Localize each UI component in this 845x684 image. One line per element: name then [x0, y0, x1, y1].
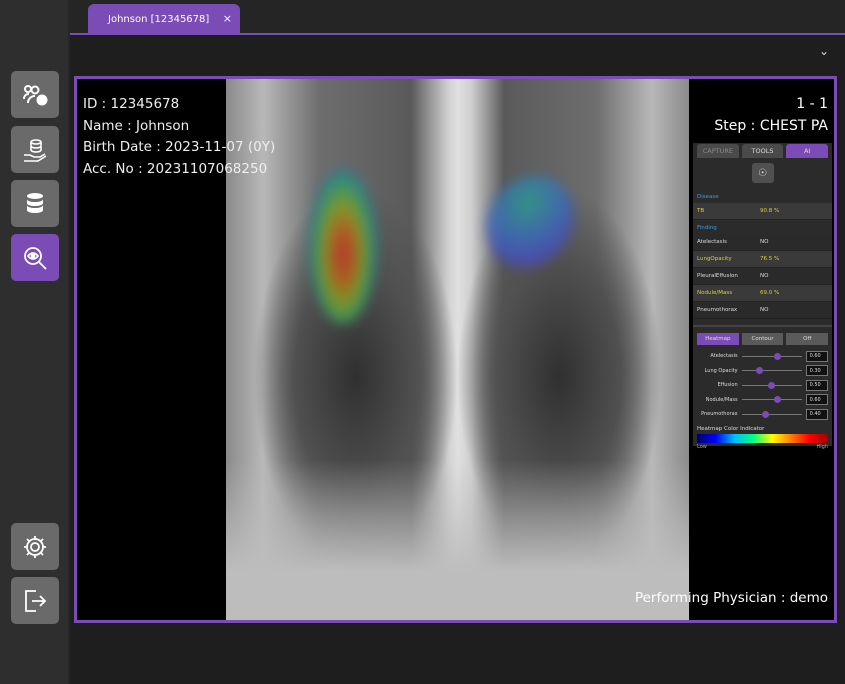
series-index: 1 - 1 — [796, 96, 828, 112]
low-label: Low — [697, 443, 707, 450]
tab-label: Johnson [12345678] — [108, 14, 210, 25]
threshold-slider-row: Lung Opacity 0.30 — [693, 364, 832, 379]
patient-birth-date: Birth Date : 2023-11-07 (0Y) — [83, 139, 276, 155]
finding-name: Nodule/Mass — [697, 290, 733, 296]
slider-knob[interactable] — [774, 396, 782, 404]
patient-id: ID : 12345678 — [83, 96, 180, 112]
threshold-label: Pneumothorax — [701, 411, 738, 418]
heatmap-color-bar — [697, 433, 828, 443]
series-info: 1 - 1 Step : CHEST PA — [714, 94, 828, 137]
threshold-slider-row: Atelectasis 0.60 — [693, 349, 832, 364]
finding-name: Pneumothorax — [697, 307, 738, 313]
tab-capture[interactable]: CAPTURE — [697, 144, 739, 158]
off-mode-button[interactable]: Off — [786, 333, 829, 345]
chevron-down-icon[interactable]: ⌄ — [819, 44, 829, 58]
finding-name: PleuralEffusion — [697, 273, 738, 279]
tab-tools[interactable]: TOOLS — [741, 144, 784, 158]
threshold-slider[interactable] — [741, 367, 802, 375]
threshold-input[interactable]: 0.40 — [805, 408, 828, 420]
threshold-input[interactable]: 0.60 — [805, 394, 828, 406]
ai-viewer-button[interactable] — [11, 234, 59, 281]
threshold-slider[interactable] — [741, 381, 802, 389]
finding-value: NO — [760, 307, 769, 313]
tab-bar: Johnson [12345678] × — [70, 0, 845, 35]
heatmap-mode-button[interactable]: Heatmap — [697, 333, 739, 345]
disease-section-title: Disease — [697, 194, 719, 200]
heatmap-overlay-right-lung — [309, 169, 377, 324]
finding-value: 76.5 % — [760, 256, 780, 262]
accession-number: Acc. No : 20231107068250 — [83, 160, 268, 177]
disease-name: TB — [697, 208, 705, 214]
threshold-slider-row: Pneumothorax 0.40 — [693, 407, 832, 422]
database-button[interactable] — [11, 180, 59, 227]
finding-row: LungOpacity 76.5 % — [693, 251, 832, 268]
finding-row: Atelectasis NO — [693, 234, 832, 251]
threshold-label: Lung Opacity — [704, 367, 738, 374]
disease-row: TB 90.8 % — [693, 203, 832, 220]
finding-row: PleuralEffusion NO — [693, 268, 832, 285]
slider-knob[interactable] — [768, 381, 776, 389]
threshold-slider-row: Effusion 0.50 — [693, 378, 832, 393]
patient-info: ID : 12345678 Name : Johnson Birth Date … — [83, 94, 275, 180]
ai-view-icon — [24, 246, 47, 270]
threshold-slider[interactable] — [741, 396, 802, 404]
step-label: Step : CHEST PA — [714, 117, 828, 134]
slider-knob[interactable] — [756, 367, 764, 375]
threshold-slider[interactable] — [741, 410, 802, 418]
high-label: High — [816, 443, 829, 450]
finding-value: NO — [760, 239, 769, 245]
finding-section-title: Finding — [697, 225, 717, 231]
worklist-button[interactable] — [11, 126, 59, 173]
disease-value: 90.8 % — [760, 208, 780, 214]
slider-knob[interactable] — [762, 410, 770, 418]
color-indicator-label: Heatmap Color Indicator — [697, 425, 765, 432]
threshold-input[interactable]: 0.30 — [805, 365, 828, 377]
sidebar — [0, 0, 68, 684]
add-patient-icon — [23, 84, 48, 105]
ai-brain-button[interactable]: ☉ — [751, 163, 774, 183]
database-icon — [27, 192, 43, 213]
finding-name: LungOpacity — [697, 256, 732, 262]
threshold-input[interactable]: 0.50 — [805, 379, 828, 391]
threshold-label: Nodule/Mass — [705, 396, 738, 403]
chest-xray-image — [226, 79, 689, 620]
tab-patient[interactable]: Johnson [12345678] × — [88, 4, 240, 35]
threshold-input[interactable]: 0.60 — [805, 350, 828, 362]
performing-physician: Performing Physician : demo — [634, 590, 828, 606]
settings-button[interactable] — [11, 523, 59, 570]
finding-value: NO — [760, 273, 769, 279]
gear-icon — [24, 535, 46, 558]
threshold-slider-row: Nodule/Mass 0.60 — [693, 393, 832, 408]
hand-database-icon — [24, 138, 47, 162]
finding-value: 69.0 % — [760, 290, 780, 296]
contour-mode-button[interactable]: Contour — [741, 333, 784, 345]
add-patient-button[interactable] — [11, 71, 59, 118]
slider-knob[interactable] — [774, 352, 782, 360]
patient-name: Name : Johnson — [83, 117, 190, 134]
threshold-label: Atelectasis — [710, 353, 738, 360]
threshold-slider[interactable] — [741, 352, 802, 360]
finding-row: Nodule/Mass 69.0 % — [693, 285, 832, 302]
ai-panel: CAPTURE TOOLS AI ☉ Disease TB 90.8 % Find… — [693, 143, 832, 450]
threshold-label: Effusion — [717, 382, 738, 389]
tab-ai[interactable]: AI — [786, 144, 829, 158]
brain-icon: ☉ — [758, 167, 767, 179]
close-icon[interactable]: × — [223, 12, 232, 25]
logout-button[interactable] — [11, 577, 59, 624]
finding-name: Atelectasis — [697, 239, 727, 245]
finding-row: Pneumothorax NO — [693, 302, 832, 319]
logout-icon — [25, 589, 47, 612]
